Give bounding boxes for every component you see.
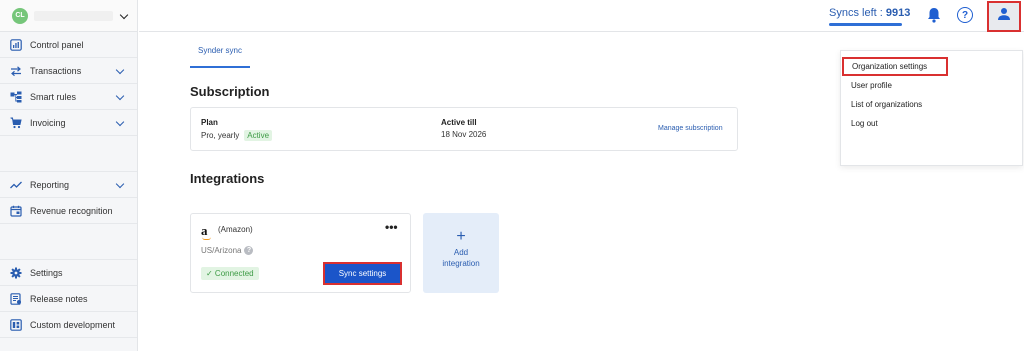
add-integration-line2: integration — [442, 259, 480, 268]
tab-active-underline — [190, 66, 250, 68]
add-integration-button[interactable]: + Add integration — [423, 213, 499, 293]
sidebar-item-reporting[interactable]: Reporting — [0, 172, 137, 198]
sidebar-spacer — [0, 224, 137, 260]
dashboard-icon — [10, 38, 22, 51]
user-icon — [997, 7, 1011, 26]
org-switcher[interactable]: CL — [0, 0, 137, 32]
add-integration-line1: Add — [453, 248, 469, 257]
sidebar-item-label: Custom development — [30, 319, 116, 330]
integration-region-row: US/Arizona ? — [201, 246, 254, 255]
chevron-down-icon — [119, 11, 129, 21]
chevron-down-icon — [115, 66, 125, 76]
sidebar-item-label: Revenue recognition — [30, 205, 113, 216]
sidebar-item-label: Settings — [30, 267, 63, 278]
sidebar-item-label: Reporting — [30, 179, 70, 190]
plan-value-row: Pro, yearly Active — [201, 130, 273, 141]
chevron-down-icon — [115, 180, 125, 190]
sidebar-item-label: Invoicing — [30, 117, 66, 128]
sidebar-item-label: Release notes — [30, 293, 88, 304]
sidebar-item-transactions[interactable]: Transactions — [0, 58, 137, 84]
integration-name: (Amazon) — [218, 225, 253, 234]
sidebar: CL Control panel Transactions Smart rule… — [0, 0, 138, 351]
integrations-heading: Integrations — [190, 171, 265, 186]
sidebar-item-label: Transactions — [30, 65, 82, 76]
chevron-down-icon — [115, 92, 125, 102]
tab-synder-sync[interactable]: Synder sync — [190, 46, 250, 66]
trend-icon — [10, 179, 22, 191]
amazon-logo: a — [201, 223, 211, 240]
sync-settings-button[interactable]: Sync settings — [323, 262, 402, 285]
org-name-placeholder — [34, 10, 113, 21]
notes-icon — [10, 292, 22, 305]
active-till-value: 18 Nov 2026 — [441, 130, 487, 139]
sidebar-item-label: Smart rules — [30, 91, 77, 102]
user-menu-button[interactable] — [987, 1, 1021, 32]
sidebar-item-label: Control panel — [30, 39, 84, 50]
bell-icon[interactable] — [927, 7, 941, 28]
connected-badge: ✓ Connected — [201, 267, 259, 280]
menu-item-organization-settings[interactable]: Organization settings — [842, 57, 948, 76]
integration-region: US/Arizona — [201, 246, 242, 255]
sidebar-item-custom-development[interactable]: Custom development — [0, 312, 137, 338]
org-avatar: CL — [12, 7, 28, 24]
syncs-left-value: 9913 — [885, 7, 911, 19]
sidebar-item-settings[interactable]: Settings — [0, 260, 137, 286]
integration-card-amazon: a (Amazon) ••• US/Arizona ? ✓ Connected … — [190, 213, 411, 293]
sidebar-item-smart-rules[interactable]: Smart rules — [0, 84, 137, 110]
sidebar-item-revenue-recognition[interactable]: Revenue recognition — [0, 198, 137, 224]
plus-icon: + — [456, 228, 466, 245]
cart-icon — [10, 117, 22, 129]
app-root: CL Control panel Transactions Smart rule… — [0, 0, 1024, 351]
plan-label: Plan — [201, 118, 218, 127]
manage-subscription-link[interactable]: Manage subscription — [658, 125, 723, 132]
subscription-card: Plan Pro, yearly Active Active till 18 N… — [190, 107, 738, 151]
menu-item-user-profile[interactable]: User profile — [841, 76, 1024, 95]
sidebar-item-release-notes[interactable]: Release notes — [0, 286, 137, 312]
code-window-icon — [10, 318, 22, 331]
sidebar-item-invoicing[interactable]: Invoicing — [0, 110, 137, 136]
status-badge: Active — [244, 130, 273, 141]
swap-arrows-icon — [10, 65, 22, 77]
more-options-icon[interactable]: ••• — [385, 220, 398, 234]
chevron-down-icon — [115, 118, 125, 128]
active-till-label: Active till — [441, 118, 477, 127]
syncs-left-counter[interactable]: Syncs left : 9913 — [829, 7, 910, 19]
help-icon[interactable]: ? — [957, 7, 973, 23]
sidebar-item-control-panel[interactable]: Control panel — [0, 32, 137, 58]
syncs-left-underline — [829, 23, 902, 26]
menu-item-log-out[interactable]: Log out — [841, 114, 1024, 133]
plan-value: Pro, yearly — [201, 131, 240, 140]
user-dropdown-menu: Organization settings User profile List … — [840, 50, 1023, 166]
sidebar-spacer — [0, 136, 137, 172]
calendar-icon — [10, 205, 22, 217]
help-circle-icon[interactable]: ? — [244, 246, 254, 255]
subscription-heading: Subscription — [190, 84, 270, 99]
gear-icon — [10, 267, 22, 279]
menu-item-list-of-organizations[interactable]: List of organizations — [841, 95, 1024, 114]
rules-icon — [10, 91, 22, 103]
top-bar: Syncs left : 9913 ? — [139, 0, 1024, 32]
syncs-left-label: Syncs left : — [829, 7, 883, 19]
